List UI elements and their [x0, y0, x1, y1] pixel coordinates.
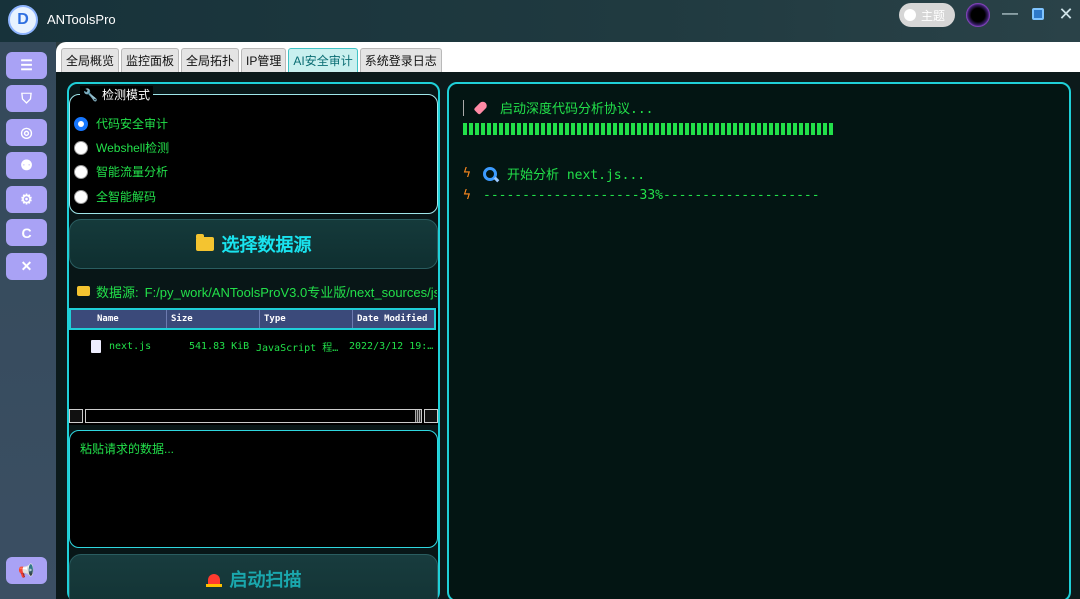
start-scan-label: 启动扫描 [229, 570, 302, 590]
title-bar: D ANToolsPro 主题 — ✕ [0, 0, 1080, 42]
file-icon [91, 339, 101, 353]
radio-code-audit[interactable]: 代码安全审计 [74, 115, 168, 132]
progress-bar [463, 123, 834, 135]
sidebar: ☰ ⛉ ◎ ⚉ ⚙ C ✕ 📢 [0, 42, 56, 599]
terminal-text: 开始分析 next.js... [507, 168, 646, 183]
detect-mode-title: 检测模式 [101, 88, 150, 102]
terminal-line-analyze: ϟ 开始分析 next.js... [463, 164, 645, 183]
detect-mode-group: 🔧 检测模式 代码安全审计 Webshell检测 智能流量分析 全智能解码 [69, 86, 438, 214]
select-datasource-label: 选择数据源 [221, 235, 312, 255]
main-area: 全局概览 监控面板 全局拓扑 IP管理 AI安全审计 系统登录日志 🔧 检测模式… [56, 42, 1080, 599]
tab-ip-management[interactable]: IP管理 [241, 48, 287, 72]
scroll-track[interactable] [85, 409, 422, 423]
analysis-terminal: 启动深度代码分析协议... ϟ 开始分析 next.js... ϟ ------… [447, 82, 1071, 599]
close-button[interactable]: ✕ [1056, 4, 1076, 24]
magnifier-icon [483, 166, 497, 181]
sidebar-item-c[interactable]: C [6, 219, 47, 246]
radio-button[interactable] [74, 189, 88, 204]
theme-toggle[interactable]: 主题 [899, 3, 955, 27]
scroll-right-button[interactable] [424, 409, 438, 423]
maximize-icon [1032, 8, 1044, 20]
cell-modified: 2022/3/12 19:… [349, 340, 434, 352]
folder-icon [195, 234, 214, 251]
tab-monitor-panel[interactable]: 监控面板 [121, 48, 180, 72]
list-icon: ☰ [20, 57, 33, 73]
column-size[interactable]: Size [167, 310, 260, 328]
select-datasource-button[interactable]: 选择数据源 [69, 219, 438, 269]
app-title: ANToolsPro [47, 12, 116, 27]
table-row[interactable]: next.js 541.83 KiB JavaScript 程… 2022/3/… [69, 338, 438, 354]
table-header: Name Size Type Date Modified [69, 308, 436, 330]
file-table: Name Size Type Date Modified next.js 541… [69, 308, 438, 425]
radio-webshell[interactable]: Webshell检测 [74, 139, 169, 156]
datasource-path: 数据源: F:/py_work/ANToolsProV3.0专业版/next_s… [77, 282, 437, 300]
column-type[interactable]: Type [260, 310, 353, 328]
left-panel: 🔧 检测模式 代码安全审计 Webshell检测 智能流量分析 全智能解码 选择… [67, 82, 440, 599]
sidebar-item-security[interactable]: ⛉ [6, 85, 47, 112]
avatar[interactable] [966, 3, 990, 27]
tools-icon: ✕ [20, 258, 33, 274]
app-logo-icon: D [8, 5, 38, 35]
tab-ai-security-audit[interactable]: AI安全审计 [288, 48, 358, 72]
tab-bar: 全局概览 监控面板 全局拓扑 IP管理 AI安全审计 系统登录日志 [61, 48, 442, 72]
datasource-label: 数据源: [96, 284, 139, 300]
lightning-icon: ϟ [463, 187, 471, 203]
users-icon: ⚉ [20, 157, 33, 173]
radio-button[interactable] [74, 140, 88, 155]
terminal-progress-text: --------------------33%-----------------… [483, 188, 820, 203]
terminal-line-start: 启动深度代码分析协议... [463, 98, 653, 117]
rocket-icon [474, 100, 490, 116]
terminal-text: 启动深度代码分析协议... [500, 102, 654, 117]
tab-content: 🔧 检测模式 代码安全审计 Webshell检测 智能流量分析 全智能解码 选择… [56, 72, 1080, 599]
tab-global-overview[interactable]: 全局概览 [61, 48, 120, 72]
folder-open-icon [77, 286, 90, 296]
sidebar-item-announce[interactable]: 📢 [6, 557, 47, 584]
text-cursor [463, 99, 464, 116]
radio-label: Webshell检测 [96, 141, 170, 155]
header-spacer [71, 310, 93, 328]
tab-login-logs[interactable]: 系统登录日志 [359, 48, 442, 72]
column-name[interactable]: Name [93, 310, 167, 328]
toggle-knob-icon [904, 9, 916, 21]
theme-label: 主题 [921, 8, 946, 23]
c-letter-icon: C [21, 224, 32, 241]
cell-name: next.js [109, 340, 152, 352]
detect-mode-legend: 🔧 检测模式 [80, 86, 153, 103]
sidebar-item-tools[interactable]: ✕ [6, 253, 47, 280]
start-scan-button[interactable]: 启动扫描 [69, 554, 438, 599]
radio-button[interactable] [74, 164, 88, 179]
siren-icon [205, 571, 222, 587]
sidebar-item-users[interactable]: ⚉ [6, 152, 47, 179]
radio-label: 代码安全审计 [96, 117, 169, 131]
wrench-icon: 🔧 [83, 87, 98, 102]
sidebar-item-settings[interactable]: ⚙ [6, 186, 47, 213]
horizontal-scrollbar[interactable] [69, 408, 438, 424]
minimize-button[interactable]: — [1000, 4, 1020, 24]
megaphone-icon: 📢 [18, 562, 35, 578]
radio-traffic[interactable]: 智能流量分析 [74, 163, 168, 180]
column-date-modified[interactable]: Date Modified [353, 310, 434, 328]
paste-request-textarea[interactable]: 粘贴请求的数据... [69, 430, 438, 548]
maximize-button[interactable] [1028, 4, 1048, 24]
gear-icon: ⚙ [20, 191, 33, 207]
datasource-path-value: F:/py_work/ANToolsProV3.0专业版/next_source… [144, 284, 437, 300]
scroll-left-button[interactable] [69, 409, 83, 423]
radio-decode[interactable]: 全智能解码 [74, 188, 156, 205]
shield-icon: ⛉ [21, 90, 32, 106]
sidebar-item-user[interactable]: ◎ [6, 119, 47, 146]
cell-type: JavaScript 程… [256, 342, 339, 354]
sidebar-item-list[interactable]: ☰ [6, 52, 47, 79]
cell-size: 541.83 KiB [189, 340, 250, 352]
paste-placeholder: 粘贴请求的数据... [80, 442, 175, 456]
tab-global-topology[interactable]: 全局拓扑 [181, 48, 240, 72]
radio-label: 全智能解码 [96, 190, 157, 204]
radio-button[interactable] [74, 116, 88, 131]
radio-label: 智能流量分析 [96, 165, 169, 179]
user-circle-icon: ◎ [20, 124, 33, 140]
terminal-line-progress: ϟ --------------------33%---------------… [463, 188, 820, 203]
scroll-thumb[interactable] [415, 410, 421, 422]
lightning-icon: ϟ [463, 165, 471, 181]
